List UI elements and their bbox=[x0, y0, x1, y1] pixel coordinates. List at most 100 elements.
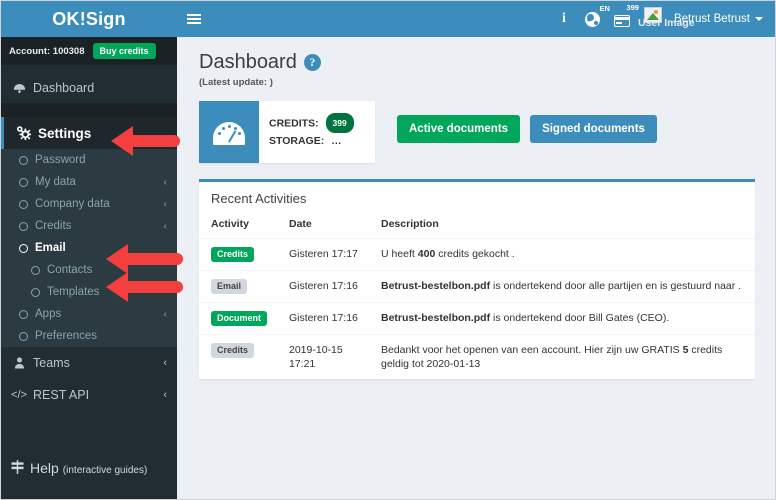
sidebar-item-email-label: Email bbox=[35, 242, 66, 254]
circle-icon bbox=[19, 199, 28, 209]
credits-widget: CREDITS: 399 STORAGE: … bbox=[199, 101, 375, 163]
chevron-left-icon: ‹ bbox=[163, 389, 167, 401]
desc-pre: U heeft bbox=[381, 248, 418, 260]
buy-credits-button[interactable]: Buy credits bbox=[92, 43, 156, 59]
code-icon: </> bbox=[11, 389, 27, 401]
chevron-left-icon: ‹ bbox=[163, 308, 167, 320]
sidebar-item-password[interactable]: Password bbox=[1, 149, 177, 171]
settings-submenu: Password My data ‹ Company data ‹ Credit… bbox=[1, 149, 177, 347]
sidebar-bottom: Teams ‹ </> REST API ‹ bbox=[1, 347, 177, 411]
desc-post: is ondertekend door Bill Gates (CEO). bbox=[490, 312, 670, 324]
circle-icon bbox=[31, 287, 40, 297]
sidebar-item-templates-label: Templates bbox=[47, 286, 100, 298]
user-icon bbox=[11, 357, 27, 369]
sidebar-item-settings[interactable]: Settings bbox=[1, 117, 177, 149]
credits-widget-text: CREDITS: 399 STORAGE: … bbox=[259, 101, 354, 163]
sidebar-item-company-data-label: Company data bbox=[35, 198, 110, 210]
chevron-left-icon: ‹ bbox=[163, 220, 167, 232]
sidebar-item-settings-label: Settings bbox=[38, 125, 92, 141]
status-badge: Credits bbox=[211, 247, 255, 262]
desc-post: is ondertekend door alle partijen en is … bbox=[490, 280, 742, 292]
circle-icon bbox=[19, 221, 28, 231]
sidebar-item-my-data[interactable]: My data ‹ bbox=[1, 171, 177, 193]
sidebar: OK!Sign Account: 100308 Buy credits Dash… bbox=[1, 1, 177, 499]
sidebar-item-rest-api[interactable]: </> REST API ‹ bbox=[1, 379, 177, 411]
sidebar-item-contacts[interactable]: Contacts bbox=[1, 259, 177, 281]
desc-bold: 400 bbox=[417, 248, 436, 260]
sidebar-item-password-label: Password bbox=[35, 154, 86, 166]
gear-icon bbox=[14, 126, 32, 140]
sidebar-item-templates[interactable]: Templates bbox=[1, 281, 177, 303]
date-cell: 2019-10-15 17:21 bbox=[277, 334, 369, 379]
brand-logo[interactable]: OK!Sign bbox=[1, 1, 177, 37]
sidebar-divider bbox=[1, 103, 177, 117]
status-badge: Document bbox=[211, 311, 268, 326]
table-row[interactable]: Credits 2019-10-15 17:21 Bedankt voor he… bbox=[199, 334, 755, 379]
circle-icon bbox=[19, 309, 28, 319]
sidebar-item-apps[interactable]: Apps ‹ bbox=[1, 303, 177, 325]
status-badge: Email bbox=[211, 279, 248, 294]
table-row[interactable]: Document Gisteren 17:16 Betrust-bestelbo… bbox=[199, 302, 755, 335]
desc-post: credits gekocht . bbox=[435, 248, 515, 260]
user-name-label: Betrust Betrust bbox=[673, 13, 750, 25]
sidebar-item-preferences-label: Preferences bbox=[35, 330, 98, 342]
sidebar-item-dashboard-label: Dashboard bbox=[33, 81, 95, 95]
sidebar-item-contacts-label: Contacts bbox=[47, 264, 93, 276]
sidebar-item-company-data[interactable]: Company data ‹ bbox=[1, 193, 177, 215]
date-cell: Gisteren 17:16 bbox=[277, 302, 369, 335]
user-avatar[interactable]: User Image bbox=[638, 1, 695, 37]
description-cell: U heeft 400 credits gekocht . bbox=[369, 238, 755, 271]
hamburger-icon[interactable] bbox=[177, 1, 211, 37]
sidebar-item-rest-api-label: REST API bbox=[33, 388, 90, 402]
language-selector[interactable]: EN bbox=[579, 1, 610, 37]
circle-icon bbox=[19, 177, 28, 187]
storage-value: … bbox=[331, 135, 342, 147]
activity-cell: Email bbox=[199, 270, 277, 303]
sidebar-item-teams[interactable]: Teams ‹ bbox=[1, 347, 177, 379]
circle-icon bbox=[19, 155, 28, 165]
credits-value-badge: 399 bbox=[325, 113, 354, 133]
app-window: OK!Sign Account: 100308 Buy credits Dash… bbox=[0, 0, 776, 500]
help-badge-icon[interactable]: ? bbox=[303, 54, 321, 71]
sidebar-item-help[interactable]: Help (interactive guides) bbox=[1, 459, 177, 493]
storage-label: STORAGE: bbox=[269, 135, 325, 147]
date-cell: Gisteren 17:17 bbox=[277, 238, 369, 271]
recent-activities-panel: Recent Activities Activity Date Descript… bbox=[199, 179, 755, 379]
sidebar-item-credits-label: Credits bbox=[35, 220, 72, 232]
info-icon[interactable]: i bbox=[551, 1, 577, 37]
document-buttons: Active documents Signed documents bbox=[397, 115, 657, 143]
sidebar-item-help-label: Help bbox=[30, 460, 59, 476]
column-header-description: Description bbox=[369, 214, 755, 239]
chevron-down-icon bbox=[755, 17, 763, 21]
credits-button[interactable]: 399 bbox=[608, 1, 639, 37]
column-header-date: Date bbox=[277, 214, 369, 239]
page-title: Dashboard ? bbox=[199, 51, 755, 74]
main-content: Dashboard ? (Latest update: ) CREDITS: 3… bbox=[177, 37, 775, 499]
chevron-left-icon: ‹ bbox=[163, 176, 167, 188]
nav-top: Dashboard bbox=[1, 65, 177, 103]
sidebar-item-credits[interactable]: Credits ‹ bbox=[1, 215, 177, 237]
user-menu[interactable]: Betrust Betrust bbox=[668, 1, 769, 37]
circle-icon bbox=[19, 243, 28, 253]
desc-bold: Betrust-bestelbon.pdf bbox=[381, 312, 491, 324]
sidebar-item-email[interactable]: Email bbox=[1, 237, 177, 259]
active-documents-button[interactable]: Active documents bbox=[397, 115, 521, 143]
sidebar-item-preferences[interactable]: Preferences bbox=[1, 325, 177, 347]
panel-title: Recent Activities bbox=[211, 191, 307, 206]
table-row[interactable]: Credits Gisteren 17:17 U heeft 400 credi… bbox=[199, 238, 755, 271]
activity-cell: Credits bbox=[199, 238, 277, 271]
info-icon-glyph: i bbox=[561, 11, 566, 26]
table-row[interactable]: Email Gisteren 17:16 Betrust-bestelbon.p… bbox=[199, 270, 755, 303]
top-navbar: i EN 399 User Image Betrust Betrust bbox=[177, 1, 775, 37]
brand-title: OK!Sign bbox=[52, 8, 126, 29]
widget-row: CREDITS: 399 STORAGE: … Active documents… bbox=[199, 101, 755, 163]
sidebar-item-my-data-label: My data bbox=[35, 176, 76, 188]
chevron-left-icon: ‹ bbox=[163, 198, 167, 210]
credit-card-icon bbox=[613, 14, 630, 27]
signed-documents-button[interactable]: Signed documents bbox=[530, 115, 657, 143]
activities-table-body: Credits Gisteren 17:17 U heeft 400 credi… bbox=[199, 238, 755, 379]
credits-line: CREDITS: 399 bbox=[269, 113, 354, 133]
description-cell: Betrust-bestelbon.pdf is ondertekend doo… bbox=[369, 302, 755, 335]
sidebar-item-dashboard[interactable]: Dashboard bbox=[1, 73, 177, 103]
account-label: Account: 100308 bbox=[9, 45, 85, 57]
